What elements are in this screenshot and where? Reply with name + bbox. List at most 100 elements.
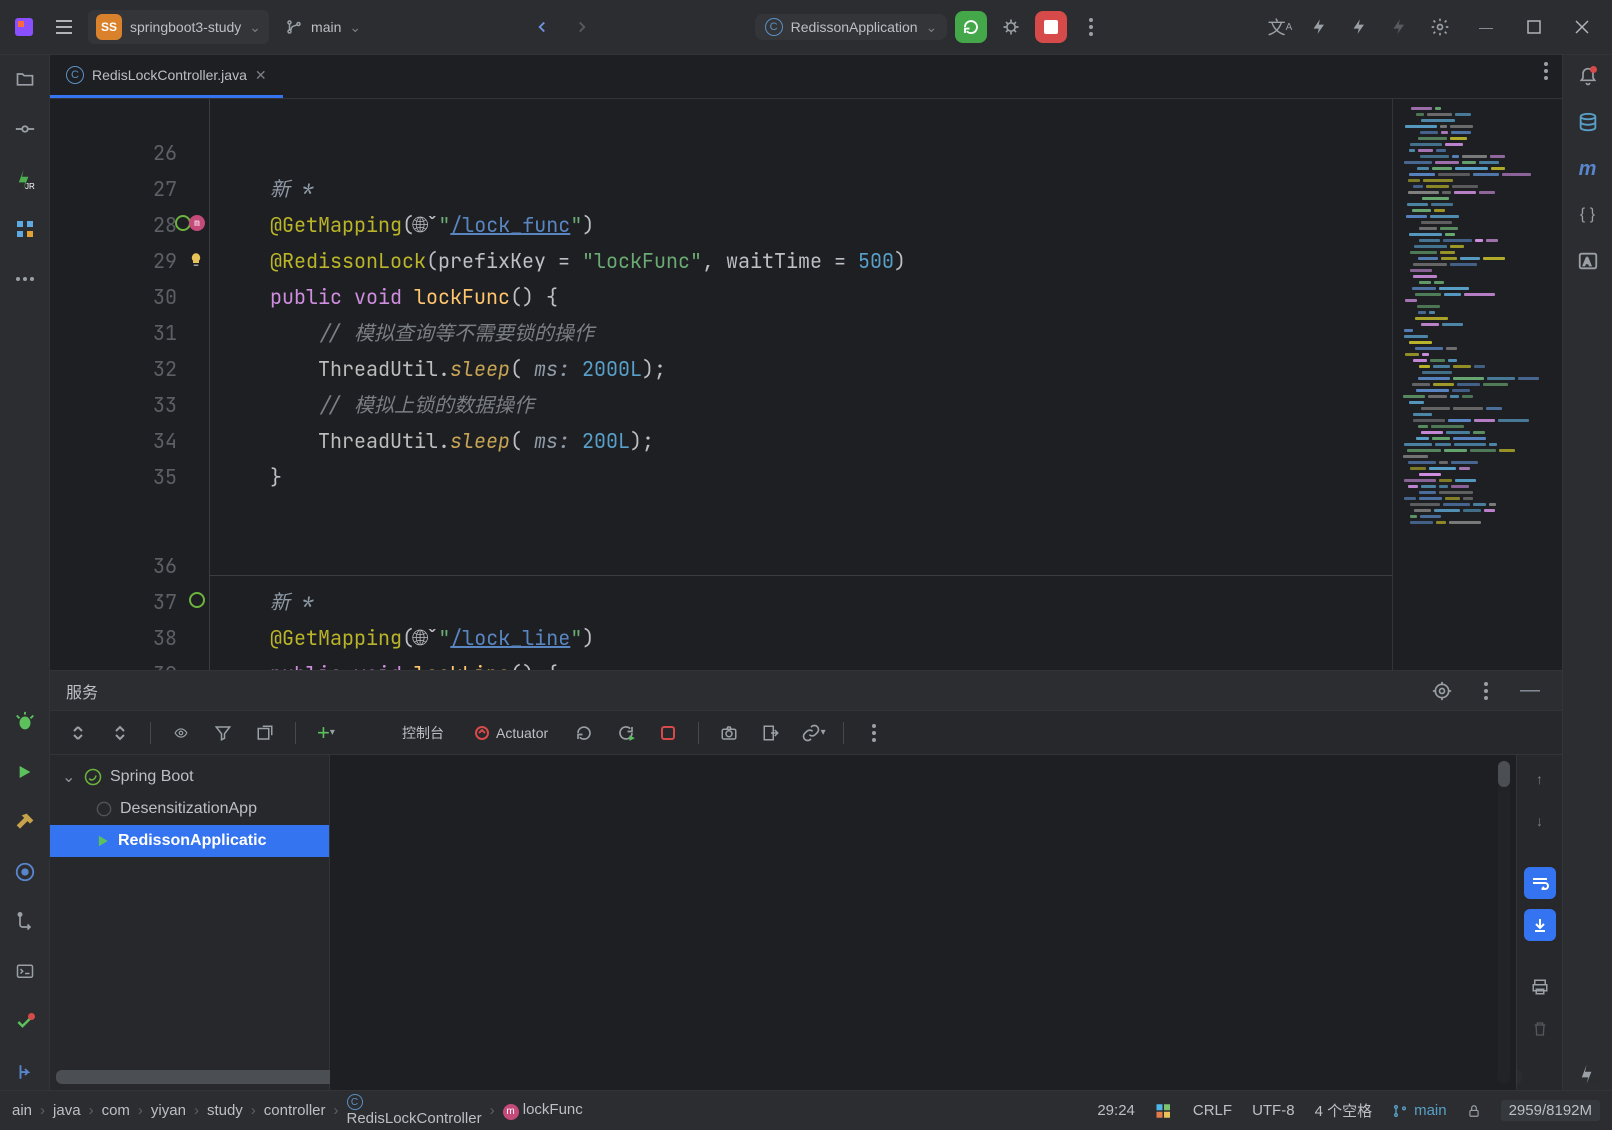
console-output[interactable] xyxy=(330,755,1516,1090)
chevron-down-icon: ⌄ xyxy=(62,767,76,787)
notifications-icon[interactable] xyxy=(1572,61,1604,93)
console-options-icon[interactable] xyxy=(858,717,890,749)
camera-icon[interactable] xyxy=(713,717,745,749)
code-editor[interactable]: 262728m2930313233343536373839 新 *@GetMap… xyxy=(50,99,1562,670)
tree-item-redisson[interactable]: RedissonApplicatic xyxy=(50,825,329,857)
breadcrumb-segment[interactable]: controller xyxy=(264,1102,326,1119)
breadcrumb-segment[interactable]: yiyan xyxy=(151,1102,186,1119)
expand-all-icon[interactable] xyxy=(62,717,94,749)
exit-icon[interactable] xyxy=(755,717,787,749)
search-icon[interactable] xyxy=(1384,11,1416,43)
indent-setting[interactable]: 4 个空格 xyxy=(1315,1100,1373,1121)
main-menu-icon[interactable] xyxy=(48,11,80,43)
filter-icon[interactable] xyxy=(207,717,239,749)
tab-options-icon[interactable] xyxy=(1530,55,1562,87)
breadcrumb-segment[interactable]: m lockFunc xyxy=(503,1101,583,1120)
close-icon[interactable]: ✕ xyxy=(255,67,267,84)
print-icon[interactable] xyxy=(1524,971,1556,1003)
console-restart-icon[interactable]: ▸ xyxy=(610,717,642,749)
console-vscroll[interactable] xyxy=(1498,761,1510,1084)
terminal-tool-icon[interactable] xyxy=(7,954,43,990)
breadcrumb-segment[interactable]: ain xyxy=(12,1102,32,1119)
debug-tool-icon[interactable] xyxy=(7,704,43,740)
services-tree[interactable]: ⌄ Spring Boot DesensitizationApp Redisso… xyxy=(50,755,330,1090)
link-icon[interactable]: ▾ xyxy=(797,717,829,749)
chevron-down-icon: ⌄ xyxy=(349,19,361,36)
sync-icon[interactable] xyxy=(1344,11,1376,43)
jrebel-status-icon[interactable]: JR xyxy=(1572,1058,1604,1090)
scroll-up-icon[interactable]: ↑ xyxy=(1524,763,1556,795)
debug-button[interactable] xyxy=(995,11,1027,43)
actuator-tab[interactable]: Actuator xyxy=(464,725,558,741)
services-header: 服务 — xyxy=(50,671,1562,711)
memory-indicator[interactable]: 2959/8192M xyxy=(1501,1100,1600,1121)
tree-root-spring[interactable]: ⌄ Spring Boot xyxy=(50,761,329,793)
commit-tool-icon[interactable] xyxy=(7,111,43,147)
scroll-to-end-icon[interactable] xyxy=(1524,909,1556,941)
more-tools-icon[interactable] xyxy=(7,261,43,297)
panel-options-icon[interactable] xyxy=(1470,675,1502,707)
window-minimize-button[interactable]: — xyxy=(1464,11,1508,43)
project-selector[interactable]: SS springboot3-study ⌄ xyxy=(88,10,269,44)
jrebel-tool-icon[interactable]: JR xyxy=(7,161,43,197)
caret-position[interactable]: 29:24 xyxy=(1097,1102,1135,1119)
trash-icon[interactable] xyxy=(1524,1013,1556,1045)
new-window-icon[interactable] xyxy=(249,717,281,749)
windows-security-icon[interactable] xyxy=(1155,1102,1173,1120)
lock-icon[interactable] xyxy=(1467,1103,1481,1119)
hide-panel-button[interactable]: — xyxy=(1514,675,1546,707)
show-icon[interactable] xyxy=(165,717,197,749)
run-config-selector[interactable]: C RedissonApplication ⌄ xyxy=(755,14,948,40)
breadcrumb-segment[interactable]: com xyxy=(102,1102,130,1119)
tree-item-desensitization[interactable]: DesensitizationApp xyxy=(50,793,329,825)
database-tool-icon[interactable] xyxy=(1572,107,1604,139)
collapse-all-icon[interactable] xyxy=(104,717,136,749)
breadcrumb-segment[interactable]: java xyxy=(53,1102,81,1119)
console-tab[interactable]: 控制台 xyxy=(392,723,454,743)
run-tool-icon[interactable] xyxy=(7,754,43,790)
more-actions-icon[interactable] xyxy=(1075,11,1107,43)
window-maximize-button[interactable] xyxy=(1512,11,1556,43)
settings-icon[interactable] xyxy=(1424,11,1456,43)
structure-tool-icon[interactable] xyxy=(7,211,43,247)
git-branch-status[interactable]: main xyxy=(1392,1102,1447,1119)
nav-back-button[interactable] xyxy=(526,11,558,43)
soft-wrap-icon[interactable] xyxy=(1524,867,1556,899)
branch-selector[interactable]: main ⌄ xyxy=(277,14,369,40)
tab-redislockcontroller[interactable]: C RedisLockController.java ✕ xyxy=(50,55,283,98)
scroll-down-icon[interactable]: ↓ xyxy=(1524,805,1556,837)
ai-assistant-icon[interactable] xyxy=(7,854,43,890)
right-tool-stripe: m { } A JR xyxy=(1562,55,1612,1090)
class-icon: C xyxy=(66,66,84,84)
chevron-down-icon: ⌄ xyxy=(249,19,261,36)
stop-button[interactable] xyxy=(1035,11,1067,43)
add-icon[interactable]: +▾ xyxy=(310,717,342,749)
build-tool-icon[interactable] xyxy=(7,804,43,840)
console-rerun-icon[interactable] xyxy=(568,717,600,749)
bean-tool-icon[interactable]: { } xyxy=(1572,199,1604,231)
nav-forward-button[interactable] xyxy=(566,11,598,43)
window-close-button[interactable] xyxy=(1560,11,1604,43)
title-bar: SS springboot3-study ⌄ main ⌄ C Redisson… xyxy=(0,0,1612,55)
problems-tool-icon[interactable] xyxy=(7,1004,43,1040)
breadcrumb-segment[interactable]: study xyxy=(207,1102,243,1119)
reader-mode-icon[interactable]: A xyxy=(1572,245,1604,277)
project-tool-icon[interactable] xyxy=(7,61,43,97)
services-panel: 服务 — +▾ 控制台 Actuator xyxy=(50,670,1562,1090)
maven-tool-icon[interactable]: m xyxy=(1572,153,1604,185)
branch-icon xyxy=(1392,1103,1408,1119)
rerun-button[interactable] xyxy=(955,11,987,43)
code-area[interactable]: 新 *@GetMapping(🌐ˇ"/lock_func")@RedissonL… xyxy=(210,99,1562,670)
console-stop-icon[interactable] xyxy=(652,717,684,749)
git-tool-icon[interactable] xyxy=(7,904,43,940)
breadcrumb-segment[interactable]: C RedisLockController xyxy=(347,1094,482,1127)
minimap[interactable] xyxy=(1392,99,1562,670)
vcs-tool-icon[interactable] xyxy=(7,1054,43,1090)
file-encoding[interactable]: UTF-8 xyxy=(1252,1102,1295,1119)
translate-icon[interactable]: 文A xyxy=(1264,11,1296,43)
line-separator[interactable]: CRLF xyxy=(1193,1102,1232,1119)
code-with-me-icon[interactable] xyxy=(1304,11,1336,43)
target-icon[interactable] xyxy=(1426,675,1458,707)
services-toolbar: +▾ 控制台 Actuator ▸ ▾ xyxy=(50,711,1562,755)
breadcrumbs[interactable]: ain›java›com›yiyan›study›controller›C Re… xyxy=(12,1094,583,1127)
